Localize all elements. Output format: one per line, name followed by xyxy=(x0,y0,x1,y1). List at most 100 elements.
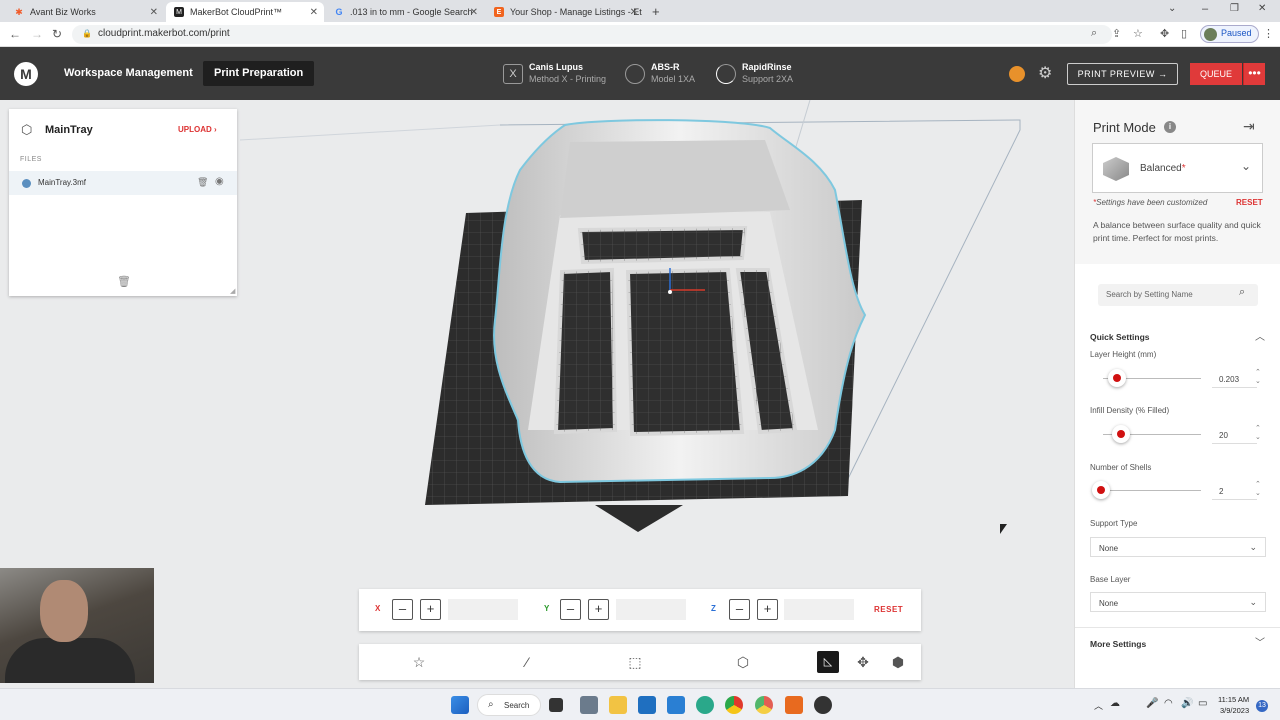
magic-wand-icon[interactable]: ⁄ xyxy=(517,652,537,672)
delete-file-icon[interactable]: 🗑 xyxy=(197,177,208,188)
mail-icon[interactable] xyxy=(667,696,685,714)
extensions-icon[interactable]: ✥ xyxy=(1160,27,1169,40)
close-tab-icon[interactable]: ✕ xyxy=(150,7,158,18)
obs-recording-icon[interactable] xyxy=(814,696,832,714)
number-of-shells-spinner-icon[interactable]: ⌃ ⌄ xyxy=(1255,480,1261,498)
z-decrement-button[interactable]: – xyxy=(729,599,750,620)
more-settings-heading[interactable]: More Settings xyxy=(1090,639,1146,649)
chevron-up-icon[interactable]: ︿ xyxy=(1255,328,1265,343)
info-icon[interactable]: i xyxy=(1164,121,1176,133)
position-reset-button[interactable]: RESET xyxy=(874,605,903,614)
forward-icon[interactable]: → xyxy=(31,27,43,41)
tray-chevron-up-icon[interactable]: ︿ xyxy=(1094,699,1103,712)
infill-density-slider-thumb[interactable] xyxy=(1112,425,1130,443)
address-bar[interactable]: 🔒 cloudprint.makerbot.com/print xyxy=(72,25,1112,44)
x-decrement-button[interactable]: – xyxy=(392,599,413,620)
file-list-item[interactable]: MainTray.3mf 🗑 ◉ xyxy=(9,171,237,195)
restore-icon[interactable]: ❐ xyxy=(1230,3,1239,14)
number-of-shells-input[interactable]: 2 xyxy=(1212,482,1257,500)
y-decrement-button[interactable]: – xyxy=(560,599,581,620)
infill-density-input[interactable]: 20 xyxy=(1212,426,1257,444)
y-increment-button[interactable]: + xyxy=(588,599,609,620)
sidepanel-icon[interactable]: ▯ xyxy=(1181,27,1187,40)
browser-tab-makerbot[interactable]: M MakerBot CloudPrint™ ✕ xyxy=(166,2,324,22)
edge-icon[interactable] xyxy=(696,696,714,714)
browser-tab-google[interactable]: G .013 in to mm - Google Search ✕ xyxy=(326,2,484,22)
taskbar-search[interactable]: ⌕ Search xyxy=(477,694,541,716)
makerbot-logo[interactable]: M xyxy=(14,62,38,86)
volume-icon[interactable]: 🔊 xyxy=(1181,698,1193,709)
outlook-icon[interactable] xyxy=(638,696,656,714)
presenter-face xyxy=(40,580,88,642)
x-increment-button[interactable]: + xyxy=(420,599,441,620)
back-icon[interactable]: ← xyxy=(9,27,21,41)
calculator-icon[interactable] xyxy=(580,696,598,714)
number-of-shells-slider-thumb[interactable] xyxy=(1092,481,1110,499)
microphone-icon[interactable]: 🎤 xyxy=(1146,698,1158,709)
queue-button[interactable]: QUEUE xyxy=(1190,63,1242,85)
y-axis-label: Y xyxy=(544,604,550,613)
move-icon[interactable]: ✥ xyxy=(853,652,873,672)
place-face-tool[interactable]: ◺ xyxy=(804,644,840,680)
app-orange-icon[interactable] xyxy=(785,696,803,714)
close-tab-icon[interactable]: ✕ xyxy=(470,7,478,18)
notification-count-badge[interactable]: 13 xyxy=(1256,700,1268,712)
select-box-icon[interactable]: ⬚ xyxy=(625,652,645,672)
print-mode-reset-button[interactable]: RESET xyxy=(1236,198,1263,207)
x-position-input[interactable] xyxy=(448,599,518,620)
file-explorer-icon[interactable] xyxy=(609,696,627,714)
zoom-icon[interactable]: ⌕ xyxy=(1091,27,1097,40)
notification-icon[interactable] xyxy=(1009,66,1025,82)
nav-print-preparation[interactable]: Print Preparation xyxy=(203,61,315,86)
browser-menu-icon[interactable]: ⋮ xyxy=(1263,27,1274,40)
close-tab-icon[interactable]: ✕ xyxy=(630,7,638,18)
number-of-shells-track[interactable] xyxy=(1103,490,1201,491)
windows-start-icon[interactable] xyxy=(451,696,469,714)
layer-height-input[interactable]: 0.203 xyxy=(1212,370,1257,388)
battery-icon[interactable]: ▭ xyxy=(1198,698,1207,709)
infill-density-spinner-icon[interactable]: ⌃ ⌄ xyxy=(1255,424,1261,442)
reload-icon[interactable]: ↻ xyxy=(52,27,62,41)
print-preview-button[interactable]: PRINT PREVIEW → xyxy=(1067,63,1178,85)
nav-workspace-management[interactable]: Workspace Management xyxy=(53,61,204,86)
close-tab-icon[interactable]: ✕ xyxy=(310,7,318,18)
bookmark-star-icon[interactable]: ☆ xyxy=(1133,27,1143,40)
z-increment-button[interactable]: + xyxy=(757,599,778,620)
share-icon[interactable]: ⇪ xyxy=(1112,27,1121,40)
base-layer-select[interactable]: None ⌄ xyxy=(1090,592,1266,612)
task-view-icon[interactable] xyxy=(549,698,563,712)
y-position-input[interactable] xyxy=(616,599,686,620)
settings-gear-icon[interactable]: ⚙ xyxy=(1038,63,1052,83)
browser-tab-avant[interactable]: ✱ Avant Biz Works ✕ xyxy=(6,2,164,22)
search-icon[interactable]: ⌕ xyxy=(1239,286,1245,299)
minimize-icon[interactable]: – xyxy=(1202,3,1208,15)
view-cube-icon[interactable]: ⬢ xyxy=(888,652,908,672)
wifi-icon[interactable]: ◠ xyxy=(1164,698,1173,709)
clear-tray-trash-icon[interactable]: 🗑 xyxy=(117,275,131,288)
orient-cube-icon[interactable]: ⬡ xyxy=(733,652,753,672)
layer-height-slider-thumb[interactable] xyxy=(1108,369,1126,387)
close-window-icon[interactable]: ✕ xyxy=(1258,3,1266,14)
z-position-input[interactable] xyxy=(784,599,854,620)
support-type-select[interactable]: None ⌄ xyxy=(1090,537,1266,557)
browser-tab-etsy[interactable]: E Your Shop - Manage Listings - Et ✕ xyxy=(486,2,644,22)
chevron-down-icon[interactable]: ﹀ xyxy=(1255,634,1265,649)
layer-height-spinner-icon[interactable]: ⌃ ⌄ xyxy=(1255,368,1261,386)
profile-paused-button[interactable]: Paused xyxy=(1200,25,1259,43)
tab-search-chevron-icon[interactable]: ⌄ xyxy=(1168,3,1176,14)
collapse-panel-icon[interactable]: ⇥ xyxy=(1243,118,1255,135)
chrome-profile-icon[interactable] xyxy=(755,696,773,714)
print-mode-dropdown[interactable]: Balanced* ⌄ xyxy=(1092,143,1263,193)
print-mode-description: A balance between surface quality and qu… xyxy=(1093,220,1261,243)
resize-handle-icon[interactable]: ◢ xyxy=(230,287,235,295)
auto-arrange-star-icon[interactable]: ☆ xyxy=(409,652,429,672)
upload-button[interactable]: UPLOAD › xyxy=(178,125,217,134)
onedrive-cloud-icon[interactable]: ☁ xyxy=(1110,698,1120,709)
settings-search-input[interactable]: Search by Setting Name xyxy=(1098,284,1258,306)
chrome-icon[interactable] xyxy=(725,696,743,714)
new-tab-icon[interactable]: + xyxy=(652,4,660,19)
visibility-eye-icon[interactable]: ◉ xyxy=(215,176,224,187)
quick-settings-heading[interactable]: Quick Settings xyxy=(1090,332,1150,342)
more-options-icon[interactable]: ••• xyxy=(1243,63,1265,85)
taskbar-clock[interactable]: 11:15 AM 3/9/2023 xyxy=(1218,694,1249,716)
